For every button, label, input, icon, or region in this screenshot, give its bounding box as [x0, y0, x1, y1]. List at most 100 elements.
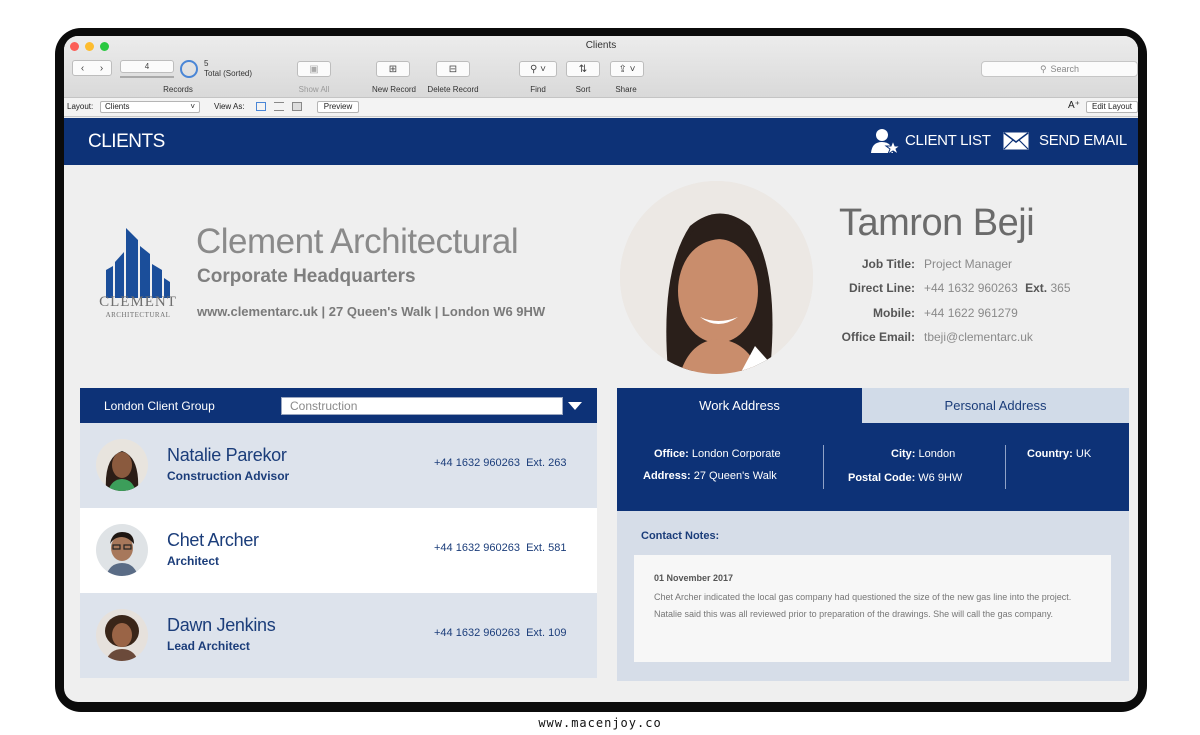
- client-name: Dawn Jenkins: [167, 615, 276, 635]
- office-email-value[interactable]: tbeji@clementarc.uk: [924, 330, 1033, 344]
- postal-label: Postal Code:: [848, 472, 916, 484]
- record-slider[interactable]: [120, 76, 174, 78]
- contact-notes-field[interactable]: 01 November 2017 Chet Archer indicated t…: [634, 555, 1111, 662]
- country-row: Country: UK: [1027, 448, 1091, 460]
- share-label: Share: [615, 85, 637, 94]
- table-view-icon[interactable]: [292, 102, 302, 111]
- search-icon: ⚲: [1039, 63, 1047, 74]
- chevron-down-icon[interactable]: [568, 402, 582, 410]
- plus-icon: ⊞: [388, 63, 398, 75]
- records-label: Records: [163, 85, 193, 94]
- office-value: London Corporate: [691, 448, 781, 460]
- edit-layout-button[interactable]: Edit Layout: [1086, 101, 1138, 113]
- job-title-value: Project Manager: [924, 257, 1013, 271]
- view-as-label: View As:: [214, 102, 245, 111]
- address-value: 27 Queen's Walk: [693, 470, 777, 482]
- sort-button[interactable]: ⇅: [566, 61, 600, 77]
- company-address: www.clementarc.uk | 27 Queen's Walk | Lo…: [197, 304, 546, 319]
- client-role: Lead Architect: [167, 639, 250, 653]
- office-email-value-row: tbeji@clementarc.uk: [924, 330, 1033, 344]
- office-row: Office: London Corporate: [654, 448, 781, 460]
- app-header: CLIENTS CLIENT LIST SEND EMAIL: [64, 118, 1138, 165]
- list-view-icon[interactable]: [274, 102, 284, 111]
- logo-subtitle: ARCHITECTURAL: [105, 311, 171, 319]
- client-list-icon[interactable]: [870, 127, 900, 155]
- client-phone: +44 1632 960263 Ext. 109: [434, 627, 566, 639]
- sort-icon: ⇅: [578, 63, 588, 75]
- avatar: [96, 609, 148, 661]
- client-group-header: London Client Group Construction: [80, 388, 597, 423]
- client-role: Architect: [167, 554, 220, 568]
- font-size-icon[interactable]: A⁺: [1068, 100, 1080, 111]
- layout-select-value: Clients: [105, 102, 130, 111]
- country-label: Country:: [1027, 448, 1073, 460]
- client-name: Natalie Parekor: [167, 445, 287, 465]
- search-placeholder: Search: [1050, 64, 1080, 74]
- job-title-value-row: Project Manager: [924, 257, 1012, 271]
- client-ext-label: Ext.: [526, 627, 546, 639]
- office-label: Office:: [654, 448, 689, 460]
- tab-work-address[interactable]: Work Address: [617, 388, 862, 423]
- direct-line-value-row: +44 1632 960263 Ext. 365: [924, 281, 1071, 295]
- show-all-label: Show All: [298, 85, 330, 94]
- client-row[interactable]: Chet Archer Architect +44 1632 960263 Ex…: [80, 508, 597, 593]
- city-label: City:: [891, 448, 916, 460]
- show-all-button[interactable]: ▣: [297, 61, 331, 77]
- footer-url: www.macenjoy.co: [538, 716, 662, 730]
- window-title: Clients: [585, 40, 617, 51]
- postal-row: Postal Code: W6 9HW: [848, 472, 962, 484]
- postal-value: W6 9HW: [918, 472, 963, 484]
- client-role: Construction Advisor: [167, 469, 290, 483]
- profile-photo: [620, 181, 813, 374]
- client-list-link[interactable]: CLIENT LIST: [905, 132, 991, 149]
- avatar: [96, 439, 148, 491]
- person-name: Tamron Beji: [839, 202, 1035, 244]
- address-label: Address:: [643, 470, 691, 482]
- search-input[interactable]: ⚲ Search: [981, 61, 1138, 77]
- client-phone: +44 1632 960263 Ext. 263: [434, 457, 566, 469]
- direct-line-value[interactable]: +44 1632 960263: [924, 281, 1018, 295]
- preview-button[interactable]: Preview: [317, 101, 359, 113]
- delete-record-button[interactable]: ⊟: [436, 61, 470, 77]
- record-nav-buttons[interactable]: ‹ ›: [72, 60, 112, 76]
- envelope-icon[interactable]: [1003, 132, 1029, 150]
- client-row[interactable]: Dawn Jenkins Lead Architect +44 1632 960…: [80, 593, 597, 678]
- client-ext-label: Ext.: [526, 542, 546, 554]
- record-status-icon: [180, 60, 198, 78]
- client-row[interactable]: Natalie Parekor Construction Advisor +44…: [80, 423, 597, 508]
- current-record-field[interactable]: 4: [120, 60, 174, 73]
- find-label: Find: [530, 85, 546, 94]
- find-button[interactable]: ⚲ ˅: [519, 61, 557, 77]
- client-ext-label: Ext.: [526, 457, 546, 469]
- chevron-down-icon: ˅: [190, 102, 195, 111]
- client-group-select[interactable]: Construction: [281, 397, 563, 415]
- country-value: UK: [1075, 448, 1092, 460]
- form-view-icon[interactable]: [256, 102, 266, 111]
- title-bar: Clients ‹ › 4 Records 5 Total (Sorted) ▣…: [64, 36, 1138, 98]
- client-phone-number[interactable]: +44 1632 960263: [434, 627, 520, 639]
- city-row: City: London: [891, 448, 955, 460]
- client-phone-number[interactable]: +44 1632 960263: [434, 457, 520, 469]
- magnifier-icon: ⚲ ˅: [530, 63, 546, 75]
- layout-bar: Layout: Clients ˅ View As: Preview A⁺ Ed…: [64, 98, 1138, 117]
- direct-ext-label: Ext.: [1025, 281, 1048, 295]
- chevron-left-icon[interactable]: ‹: [81, 63, 84, 74]
- client-name: Chet Archer: [167, 530, 259, 550]
- mobile-value-row: +44 1622 961279: [924, 306, 1018, 320]
- send-email-link[interactable]: SEND EMAIL: [1039, 132, 1127, 149]
- new-record-button[interactable]: ⊞: [376, 61, 410, 77]
- company-subtitle: Corporate Headquarters: [197, 266, 416, 287]
- layout-select[interactable]: Clients ˅: [100, 101, 200, 113]
- delete-record-label: Delete Record: [427, 85, 479, 94]
- client-phone-number[interactable]: +44 1632 960263: [434, 542, 520, 554]
- total-count: 5: [204, 59, 209, 68]
- note-body: Chet Archer indicated the local gas comp…: [654, 592, 1072, 619]
- minus-icon: ⊟: [448, 63, 458, 75]
- contact-notes-title: Contact Notes:: [641, 530, 720, 542]
- tab-personal-address[interactable]: Personal Address: [862, 388, 1129, 423]
- chevron-right-icon[interactable]: ›: [100, 63, 103, 74]
- client-ext: 581: [548, 542, 567, 554]
- share-button[interactable]: ⇪ ˅: [610, 61, 644, 77]
- mobile-value[interactable]: +44 1622 961279: [924, 306, 1018, 320]
- address-row: Address: 27 Queen's Walk: [643, 470, 777, 482]
